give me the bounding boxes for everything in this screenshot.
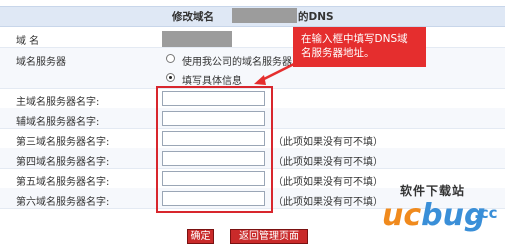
confirm-button[interactable]: 确定 bbox=[187, 229, 214, 244]
ns4-label: 第四域名服务器名字: bbox=[16, 157, 110, 168]
back-to-manage-button[interactable]: 返回管理页面 bbox=[230, 229, 308, 244]
ns6-label: 第六域名服务器名字: bbox=[16, 197, 110, 208]
ns5-label: 第五域名服务器名字: bbox=[16, 177, 110, 188]
redacted-domain-value bbox=[162, 31, 232, 47]
watermark-domain-suffix: .cc bbox=[474, 204, 498, 222]
radio-default-dns[interactable] bbox=[166, 54, 175, 63]
form-title-suffix: 的DNS bbox=[298, 11, 334, 23]
callout-arrow-icon bbox=[254, 60, 299, 85]
ns3-optional-hint: （此项如果没有可不填） bbox=[273, 137, 383, 148]
watermark-brand: ucbug bbox=[382, 198, 486, 233]
row-domain bbox=[0, 27, 505, 48]
watermark-site-name: 软件下载站 bbox=[400, 184, 466, 198]
ns3-label: 第三域名服务器名字: bbox=[16, 137, 110, 148]
domain-label: 域 名 bbox=[16, 36, 40, 47]
ns1-label: 主域名服务器名字: bbox=[16, 97, 100, 108]
option-custom-dns-label: 填写具体信息 bbox=[182, 76, 242, 87]
form-title-prefix: 修改域名 bbox=[172, 11, 214, 23]
ns4-optional-hint: （此项如果没有可不填） bbox=[273, 157, 383, 168]
input-highlight-box bbox=[156, 86, 273, 213]
watermark-logo: 软件下载站 ucbug .cc bbox=[360, 180, 505, 242]
annotation-callout: 在输入框中填写DNS域名服务器地址。 bbox=[293, 27, 426, 67]
dns-server-label: 域名服务器 bbox=[16, 57, 66, 68]
redacted-domain-title bbox=[232, 8, 297, 23]
ns2-label: 辅域名服务器名字: bbox=[16, 117, 100, 128]
radio-custom-dns[interactable] bbox=[166, 73, 175, 82]
